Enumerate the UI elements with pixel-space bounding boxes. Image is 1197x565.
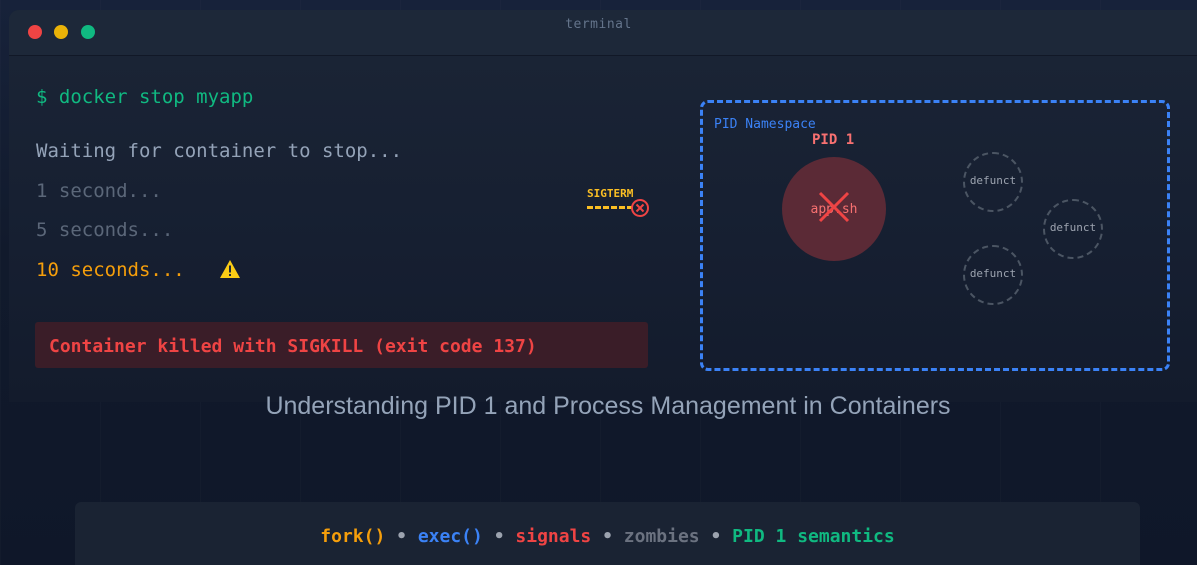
countdown-10: 10 seconds... — [36, 259, 185, 281]
pid-namespace-label: PID Namespace — [714, 117, 816, 132]
waiting-line: Waiting for container to stop... — [36, 140, 403, 162]
page-subtitle: Understanding PID 1 and Process Manageme… — [265, 392, 951, 420]
pid1-process: app.sh — [782, 157, 886, 261]
sigkill-message: Container killed with SIGKILL (exit code… — [49, 336, 537, 357]
topic-separator: • — [710, 526, 722, 547]
countdown-5: 5 seconds... — [36, 219, 174, 241]
sigterm-label: SIGTERM — [587, 187, 634, 200]
topic-zombies: zombies — [623, 526, 700, 547]
topic-signals: signals — [515, 526, 592, 547]
command-line: $ docker stop myapp — [36, 86, 254, 108]
sigkill-banner: Container killed with SIGKILL (exit code… — [35, 322, 648, 368]
zombie-process: defunct — [963, 152, 1023, 212]
countdown-1: 1 second... — [36, 180, 162, 202]
zombie-label: defunct — [1049, 221, 1097, 234]
topic-pid1: PID 1 semantics — [732, 526, 895, 547]
topic-separator: • — [493, 526, 505, 547]
zombie-process: defunct — [963, 245, 1023, 305]
zombie-label: defunct — [969, 267, 1017, 280]
pid1-label: PID 1 — [812, 132, 855, 148]
warning-icon — [220, 260, 240, 278]
sigterm-arrow — [587, 206, 633, 209]
close-icon — [818, 191, 850, 223]
zombie-process: defunct — [1043, 199, 1103, 259]
topic-fork: fork() — [320, 526, 386, 547]
terminal-title: terminal — [565, 17, 632, 32]
topic-separator: • — [602, 526, 613, 547]
topics-footer: fork() • exec() • signals • zombies • PI… — [75, 502, 1140, 565]
topic-exec: exec() — [417, 526, 483, 547]
topics-list: fork() • exec() • signals • zombies • PI… — [75, 526, 1140, 547]
zombie-label: defunct — [969, 174, 1017, 187]
topic-separator: • — [396, 526, 407, 547]
blocked-signal-icon — [631, 199, 649, 217]
